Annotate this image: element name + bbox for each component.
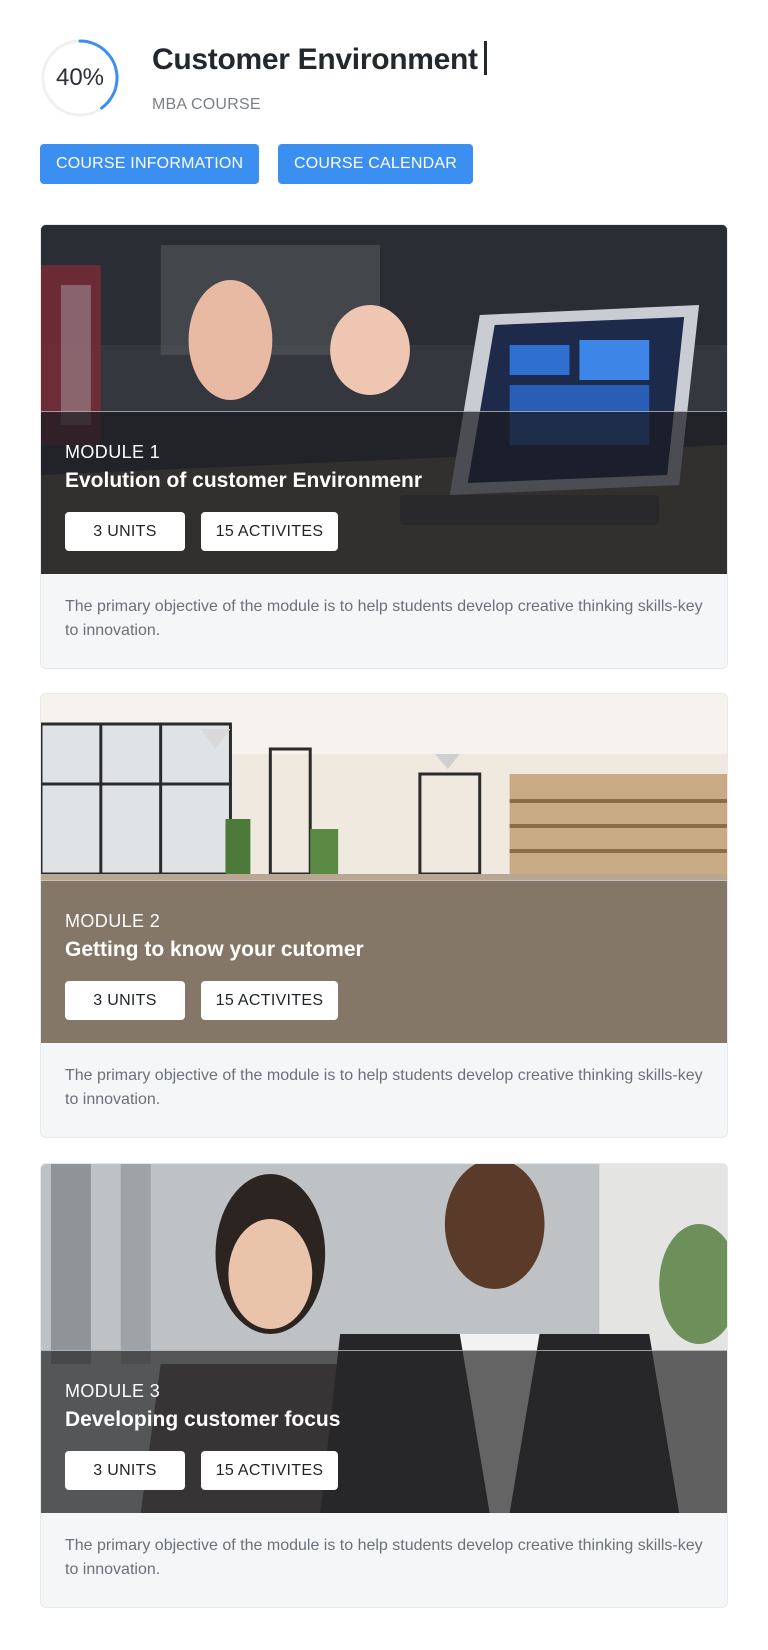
activities-badge: 15 ACTIVITES [201,512,338,551]
module-number: MODULE 3 [65,1381,161,1401]
course-information-button[interactable]: COURSE INFORMATION [40,144,260,184]
module-description: The primary objective of the module is t… [65,598,703,639]
module-card[interactable]: MODULE 2 Getting to know your cutomer 3 … [40,693,728,1138]
title-block: Customer Environment MBA COURSE [152,38,712,114]
module-overlay: MODULE 1 Evolution of customer Environme… [41,411,727,574]
module-hero: MODULE 1 Evolution of customer Environme… [41,225,727,574]
units-badge: 3 UNITS [65,512,185,551]
page-title[interactable]: Customer Environment [152,38,478,82]
module-overlay: MODULE 3 Developing customer focus 3 UNI… [41,1350,727,1513]
progress-ring: 40% [40,38,120,118]
units-badge: 3 UNITS [65,1451,185,1490]
course-calendar-button[interactable]: COURSE CALENDAR [278,144,474,184]
module-number: MODULE 2 [65,911,161,931]
module-overlay: MODULE 2 Getting to know your cutomer 3 … [41,880,727,1043]
units-badge: 3 UNITS [65,981,185,1020]
module-title[interactable]: Getting to know your cutomer [65,938,364,962]
module-card[interactable]: MODULE 3 Developing customer focus 3 UNI… [40,1163,728,1608]
module-title[interactable]: Evolution of customer Environmenr [65,469,422,493]
course-header: 40% Customer Environment MBA COURSE [40,38,730,118]
text-cursor [483,41,487,75]
module-hero: MODULE 2 Getting to know your cutomer 3 … [41,694,727,1043]
page-subtitle: MBA COURSE [152,96,261,113]
module-hero: MODULE 3 Developing customer focus 3 UNI… [41,1164,727,1513]
module-card[interactable]: MODULE 1 Evolution of customer Environme… [40,224,728,669]
module-description: The primary objective of the module is t… [65,1537,703,1578]
module-number: MODULE 1 [65,442,161,462]
module-title[interactable]: Developing customer focus [65,1408,340,1432]
progress-label: 40% [55,64,105,91]
activities-badge: 15 ACTIVITES [201,1451,338,1490]
module-description: The primary objective of the module is t… [65,1067,703,1108]
activities-badge: 15 ACTIVITES [201,981,338,1020]
course-page: 40% Customer Environment MBA COURSE COUR… [0,0,768,1650]
